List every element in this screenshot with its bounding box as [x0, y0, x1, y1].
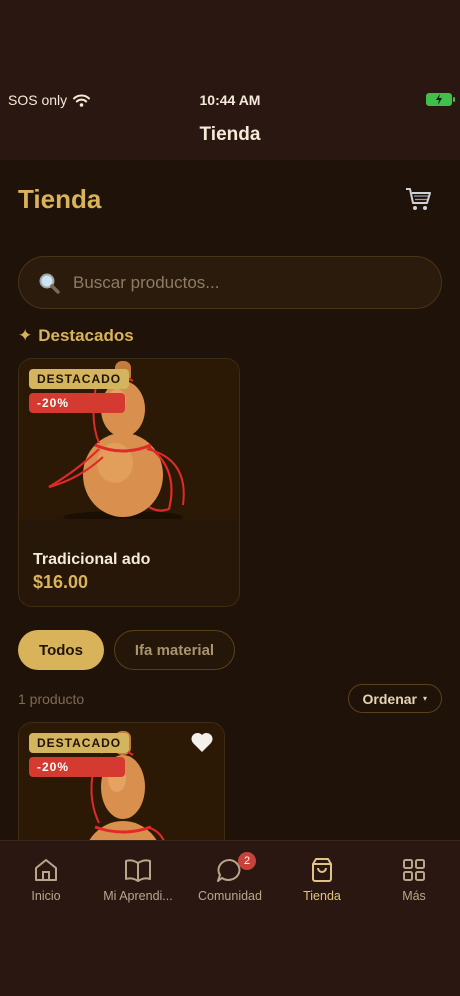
product-count: 1 producto — [18, 691, 85, 707]
filter-chip-todos[interactable]: Todos — [18, 630, 104, 670]
tab-bar: Inicio Mi Aprendi... 2 Comunidad Tienda … — [0, 840, 460, 996]
tab-label: Mi Aprendi... — [103, 889, 173, 903]
caret-down-icon: ▾ — [422, 694, 427, 703]
tab-mas[interactable]: Más — [368, 857, 460, 903]
tab-comunidad[interactable]: 2 Comunidad — [184, 852, 276, 903]
discount-badge: -20% — [29, 757, 125, 777]
home-icon — [35, 859, 57, 881]
featured-badge: DESTACADO — [29, 733, 130, 753]
page-title: Tienda — [18, 184, 102, 214]
cart-icon[interactable] — [404, 186, 432, 212]
featured-badge: DESTACADO — [29, 369, 130, 389]
book-icon — [125, 859, 151, 882]
discount-badge: -20% — [29, 393, 125, 413]
featured-product-card[interactable]: DESTACADO -20% Tradicional ado $16.00 — [18, 358, 240, 607]
notification-badge: 2 — [238, 852, 256, 870]
nav-title: Tienda — [199, 124, 261, 145]
tab-label: Tienda — [303, 889, 341, 903]
status-bar: SOS only 10:44 AM — [0, 86, 460, 116]
tab-label: Inicio — [31, 889, 61, 903]
product-image: DESTACADO -20% — [19, 359, 239, 519]
featured-section-title: ✦ Destacados — [18, 326, 134, 346]
heart-icon[interactable] — [190, 731, 214, 753]
store-content[interactable]: Tienda Buscar productos... ✦ Destacados — [0, 160, 460, 840]
product-price: $16.00 — [33, 572, 89, 592]
tab-tienda[interactable]: Tienda — [276, 857, 368, 903]
grid-icon — [403, 859, 425, 881]
product-card[interactable]: DESTACADO -20% — [18, 722, 225, 840]
sparkle-icon: ✦ — [18, 326, 33, 345]
tab-label: Más — [402, 889, 426, 903]
tab-mi-aprendizaje[interactable]: Mi Aprendi... — [92, 857, 184, 903]
battery-icon — [426, 93, 455, 106]
product-name: Tradicional ado — [33, 551, 151, 568]
status-time: 10:44 AM — [199, 92, 261, 108]
featured-section-label: Destacados — [38, 326, 134, 345]
tab-inicio[interactable]: Inicio — [0, 857, 92, 903]
search-icon — [39, 273, 60, 294]
sort-label: Ordenar — [362, 690, 417, 707]
search-input[interactable]: Buscar productos... — [18, 256, 442, 309]
filter-chip-ifa-material[interactable]: Ifa material — [114, 630, 235, 670]
sort-button[interactable]: Ordenar ▾ — [347, 684, 442, 713]
bag-icon — [312, 858, 332, 882]
tab-label: Comunidad — [198, 889, 262, 903]
search-placeholder: Buscar productos... — [73, 272, 220, 292]
